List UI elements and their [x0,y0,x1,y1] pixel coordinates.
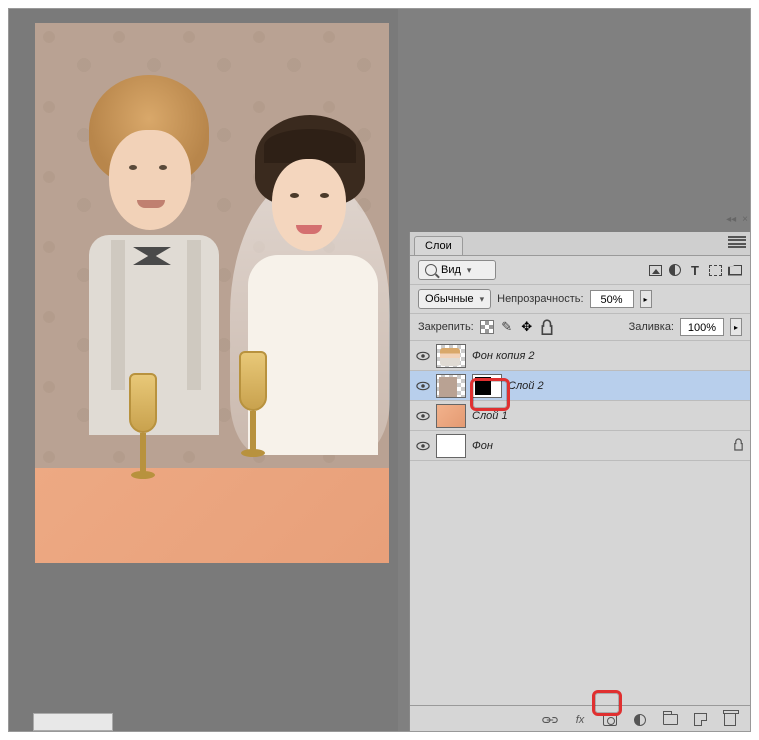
lock-label: Закрепить: [418,321,474,333]
new-group-icon[interactable] [662,712,678,728]
search-icon [425,264,437,276]
layers-footer: fx [410,705,750,732]
visibility-toggle[interactable] [416,379,430,393]
layer-name[interactable]: Фон копия 2 [472,350,535,362]
panel-menu-icon[interactable] [728,235,746,249]
layer-thumbnail[interactable] [436,434,466,458]
filter-row: Вид T [410,256,750,285]
layer-row[interactable]: Слой 2 [410,371,750,401]
filter-type-label: Вид [441,264,461,276]
filter-adjustment-icon[interactable] [668,263,682,277]
layers-list: Фон копия 2 Слой 2 Слой 1 Фон [410,341,750,705]
layer-name[interactable]: Слой 2 [508,380,544,392]
layer-row[interactable]: Фон [410,431,750,461]
app-frame: ◂◂ × Слои Вид T Обычные Непрозрачность: … [8,8,751,732]
canvas-area [9,9,398,731]
blend-mode-dropdown[interactable]: Обычные [418,289,491,309]
layer-thumbnail[interactable] [436,344,466,368]
filter-pixel-icon[interactable] [648,263,662,277]
champagne-glass-icon [233,351,273,471]
lock-icon [733,438,744,454]
adjustment-layer-icon[interactable] [632,712,648,728]
filter-smartobject-icon[interactable] [728,263,742,277]
opacity-stepper[interactable]: ▸ [640,290,652,308]
panel-window-controls: ◂◂ × [726,214,748,230]
opacity-input[interactable]: 50% [590,290,634,308]
filter-shape-icon[interactable] [708,263,722,277]
collapse-icon[interactable]: ◂◂ [726,214,736,230]
filter-text-icon[interactable]: T [688,263,702,277]
champagne-glass-icon [123,373,163,493]
visibility-toggle[interactable] [416,439,430,453]
visibility-toggle[interactable] [416,409,430,423]
layer-row[interactable]: Слой 1 [410,401,750,431]
blend-row: Обычные Непрозрачность: 50% ▸ [410,285,750,314]
wedding-photo [35,45,389,485]
fill-stepper[interactable]: ▸ [730,318,742,336]
lock-row: Закрепить: ✥ Заливка: 100% ▸ [410,314,750,341]
opacity-label: Непрозрачность: [497,293,583,305]
layers-panel: ◂◂ × Слои Вид T Обычные Непрозрачность: … [409,232,750,732]
lock-position-icon[interactable]: ✥ [520,320,534,334]
fill-label: Заливка: [629,321,674,333]
close-icon[interactable]: × [742,214,748,230]
document-canvas[interactable] [35,23,389,563]
layer-thumbnail[interactable] [436,404,466,428]
status-bar [33,713,113,731]
panel-tabs: Слои [410,232,750,256]
lock-pixels-icon[interactable] [500,320,514,334]
tab-layers[interactable]: Слои [414,236,463,255]
visibility-toggle[interactable] [416,349,430,363]
layer-thumbnail[interactable] [436,374,466,398]
layer-row[interactable]: Фон копия 2 [410,341,750,371]
layer-name[interactable]: Слой 1 [472,410,508,422]
filter-type-dropdown[interactable]: Вид [418,260,496,280]
lock-all-icon[interactable] [540,320,554,334]
lock-transparent-icon[interactable] [480,320,494,334]
fill-input[interactable]: 100% [680,318,724,336]
layer-name[interactable]: Фон [472,440,493,452]
blend-mode-value: Обычные [425,293,474,305]
delete-layer-icon[interactable] [722,712,738,728]
add-mask-icon[interactable] [602,712,618,728]
layer-style-icon[interactable]: fx [572,712,588,728]
link-layers-icon[interactable] [542,712,558,728]
layer-mask-thumbnail[interactable] [472,374,502,398]
new-layer-icon[interactable] [692,712,708,728]
